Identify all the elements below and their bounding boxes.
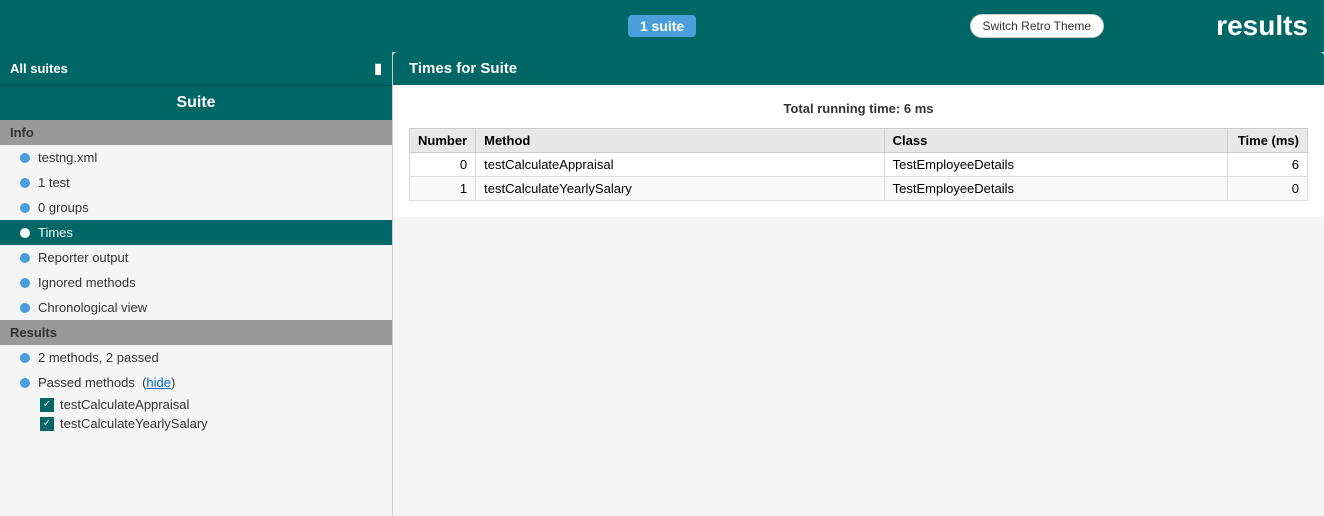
sidebar-item-label: Times: [38, 225, 73, 240]
cell-time: 0: [1228, 177, 1308, 201]
sidebar-item-label: Ignored methods: [38, 275, 136, 290]
hide-link[interactable]: hide: [146, 375, 171, 390]
suite-badge: 1 suite: [628, 15, 696, 37]
cell-method: testCalculateAppraisal: [476, 153, 885, 177]
cell-time: 6: [1228, 153, 1308, 177]
dot-icon: [20, 303, 30, 313]
method-name: testCalculateYearlySalary: [60, 416, 208, 431]
method-passed-2: ✓ testCalculateYearlySalary: [0, 414, 392, 433]
method-passed-1: ✓ testCalculateAppraisal: [0, 395, 392, 414]
sidebar-item-1-test[interactable]: 1 test: [0, 170, 392, 195]
sidebar-item-methods-count: 2 methods, 2 passed: [0, 345, 392, 370]
col-number: Number: [410, 129, 476, 153]
cell-number: 0: [410, 153, 476, 177]
checkmark-icon: ✓: [40, 398, 54, 412]
dot-icon: [20, 253, 30, 263]
header: 1 suite Switch Retro Theme results: [0, 0, 1324, 52]
checkmark-icon: ✓: [40, 417, 54, 431]
sidebar-item-label: testng.xml: [38, 150, 97, 165]
all-suites-header: All suites ▮: [0, 52, 392, 85]
sidebar-item-label: Reporter output: [38, 250, 128, 265]
dot-icon: [20, 178, 30, 188]
collapse-icon[interactable]: ▮: [374, 60, 382, 77]
cell-number: 1: [410, 177, 476, 201]
suite-title: Suite: [0, 85, 392, 120]
dot-icon: [20, 153, 30, 163]
results-section-header: Results: [0, 320, 392, 345]
switch-retro-button[interactable]: Switch Retro Theme: [970, 14, 1105, 38]
sidebar-item-0-groups[interactable]: 0 groups: [0, 195, 392, 220]
all-suites-label: All suites: [10, 61, 68, 76]
sidebar-item-reporter-output[interactable]: Reporter output: [0, 245, 392, 270]
results-heading: results: [1216, 10, 1308, 42]
main-layout: All suites ▮ Suite Info testng.xml 1 tes…: [0, 52, 1324, 516]
info-section-header: Info: [0, 120, 392, 145]
methods-count-label: 2 methods, 2 passed: [38, 350, 159, 365]
times-table: Number Method Class Time (ms) 0testCalcu…: [409, 128, 1308, 201]
content-wrapper: Times for Suite Total running time: 6 ms…: [393, 52, 1324, 217]
sidebar: All suites ▮ Suite Info testng.xml 1 tes…: [0, 52, 393, 516]
table-header-row: Number Method Class Time (ms): [410, 129, 1308, 153]
col-time: Time (ms): [1228, 129, 1308, 153]
sidebar-item-passed-methods: Passed methods (hide): [0, 370, 392, 395]
sidebar-item-label: Chronological view: [38, 300, 147, 315]
panel-body: Total running time: 6 ms Number Method C…: [393, 85, 1324, 217]
dot-icon: [20, 378, 30, 388]
dot-icon: [20, 278, 30, 288]
panel-title: Times for Suite: [393, 52, 1324, 85]
cell-class: TestEmployeeDetails: [884, 177, 1227, 201]
total-running-time: Total running time: 6 ms: [409, 101, 1308, 116]
dot-icon: [20, 228, 30, 238]
sidebar-item-label: 0 groups: [38, 200, 89, 215]
dot-icon: [20, 203, 30, 213]
sidebar-item-testng-xml[interactable]: testng.xml: [0, 145, 392, 170]
cell-class: TestEmployeeDetails: [884, 153, 1227, 177]
table-row: 1testCalculateYearlySalaryTestEmployeeDe…: [410, 177, 1308, 201]
sidebar-item-times[interactable]: Times: [0, 220, 392, 245]
method-name: testCalculateAppraisal: [60, 397, 189, 412]
cell-method: testCalculateYearlySalary: [476, 177, 885, 201]
sidebar-item-ignored-methods[interactable]: Ignored methods: [0, 270, 392, 295]
passed-methods-label: Passed methods (hide): [38, 375, 175, 390]
col-class: Class: [884, 129, 1227, 153]
sidebar-item-label: 1 test: [38, 175, 70, 190]
dot-icon: [20, 353, 30, 363]
col-method: Method: [476, 129, 885, 153]
sidebar-item-chronological-view[interactable]: Chronological view: [0, 295, 392, 320]
table-row: 0testCalculateAppraisalTestEmployeeDetai…: [410, 153, 1308, 177]
main-content: Times for Suite Total running time: 6 ms…: [393, 52, 1324, 516]
